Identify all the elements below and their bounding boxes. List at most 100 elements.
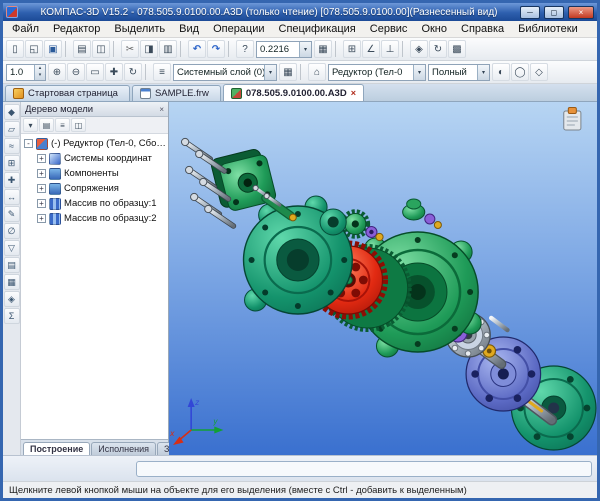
layer-settings-button[interactable]: ▦ [279,63,297,81]
zoom-area-button[interactable]: ▭ [86,63,104,81]
layer-combo[interactable]: Системный слой (0) ▾ [173,64,277,81]
print-preview-button[interactable]: ◫ [92,40,110,58]
zoom-value: 1.0 [10,67,34,78]
maximize-button[interactable]: ◻ [544,6,564,19]
rotate-button[interactable]: ↻ [124,63,142,81]
new-document-button[interactable]: ▯ [6,40,24,58]
tree-item[interactable]: + Сопряжения [21,181,168,196]
close-button[interactable]: × [568,6,594,19]
tree-item[interactable]: + Массив по образцу:1 [21,196,168,211]
tree-item[interactable]: + Системы координат [21,151,168,166]
exploded-view-indicator-icon[interactable] [564,108,581,131]
menu-item[interactable]: Выделить [107,22,172,36]
macro-button[interactable]: Σ [4,308,20,324]
curves-button[interactable]: ≈ [4,138,20,154]
tree-expander-icon[interactable]: + [37,184,46,193]
model-combo[interactable]: Редуктор (Тел-0 ▾ [328,64,426,81]
menu-item[interactable]: Окно [414,22,454,36]
titlebar[interactable]: КОМПАС-3D V15.2 - 078.505.9.0100.00.A3D … [3,3,597,21]
paste-button[interactable]: ▥ [159,40,177,58]
snap-ortho-button[interactable]: ⊥ [381,40,399,58]
orientation-button[interactable]: ⌂ [308,63,326,81]
snap-grid-button[interactable]: ⊞ [343,40,361,58]
arrays-button[interactable]: ⊞ [4,155,20,171]
menu-item[interactable]: Библиотеки [511,22,585,36]
chevron-down-icon[interactable]: ▾ [413,65,425,80]
shading-button[interactable]: ◐ [492,63,510,81]
tree-expander-icon[interactable]: + [37,154,46,163]
tree-item[interactable]: + Массив по образцу:2 [21,211,168,226]
save-document-button[interactable]: ▣ [44,40,62,58]
tree-composition-button[interactable]: ▤ [39,118,54,132]
tree-expander-icon[interactable]: - [24,139,33,148]
document-tab[interactable]: Стартовая страница [5,85,130,101]
tree-expander-icon[interactable]: + [37,214,46,223]
tree-close-icon[interactable]: × [159,105,164,114]
model-value: Редуктор (Тел-0 [332,67,413,78]
additional-panel-button[interactable]: ◫ [71,118,86,132]
tree-structure-button[interactable]: ▾ [23,118,38,132]
zoom-combo[interactable]: 1.0 ▴▾ [6,64,46,81]
tree-expander-icon[interactable]: + [37,199,46,208]
designations-button[interactable]: ✎ [4,206,20,222]
copy-button[interactable]: ◨ [140,40,158,58]
chevron-down-icon[interactable]: ▾ [477,65,489,80]
tree-expander-icon[interactable]: + [37,169,46,178]
filter-button[interactable]: ▽ [4,240,20,256]
window-title: КОМПАС-3D V15.2 - 078.505.9.0100.00.A3D … [22,7,516,18]
spin-down-icon[interactable]: ▾ [35,72,45,79]
redo-button[interactable]: ↷ [207,40,225,58]
variables-button[interactable]: ◈ [410,40,428,58]
menu-item[interactable]: Операции [206,22,271,36]
menu-item[interactable]: Вид [172,22,206,36]
tab-close-icon[interactable]: × [351,88,356,98]
3d-viewport[interactable]: z y x [169,102,597,455]
perspective-button[interactable]: ◇ [530,63,548,81]
panel-tab[interactable]: Построение [23,442,90,455]
wireframe-button[interactable]: ◯ [511,63,529,81]
measure-button[interactable]: ∅ [4,223,20,239]
model-tree-panel: Дерево модели × ▾▤≡◫ - (-) Редуктор (Тел… [21,102,169,455]
chevron-down-icon[interactable]: ▾ [299,42,311,57]
rebuild-button[interactable]: ↻ [429,40,447,58]
zoom-in-button[interactable]: ⊕ [48,63,66,81]
menu-item[interactable]: Файл [5,22,46,36]
menu-item[interactable]: Справка [454,22,511,36]
property-field[interactable] [136,461,592,477]
chevron-down-icon[interactable]: ▾ [264,65,276,80]
pan-button[interactable]: ✚ [105,63,123,81]
menu-item[interactable]: Сервис [363,22,415,36]
aux-geometry-button[interactable]: ✚ [4,172,20,188]
properties-button[interactable]: ◈ [4,291,20,307]
detail-combo[interactable]: Полный ▾ [428,64,490,81]
document-tab[interactable]: SAMPLE.frw [132,85,221,101]
print-button[interactable]: ▤ [73,40,91,58]
help-button[interactable]: ? [236,40,254,58]
snap-angle-button[interactable]: ∠ [362,40,380,58]
menu-item[interactable]: Спецификация [272,22,363,36]
spin-up-icon[interactable]: ▴ [35,65,45,72]
tree-item[interactable]: - (-) Редуктор (Тел-0, Сборочн [21,136,168,151]
value-field[interactable]: 0.2216 ▾ [256,41,312,58]
calculator-button[interactable]: ▦ [314,40,332,58]
part-cover-plate[interactable] [244,196,353,314]
undo-button[interactable]: ↶ [188,40,206,58]
panel-tab[interactable]: Исполнения [91,442,156,455]
document-tab[interactable]: 078.505.9.0100.00.A3D × [223,84,364,101]
tree-item[interactable]: + Компоненты [21,166,168,181]
specification-button[interactable]: ▤ [4,257,20,273]
zoom-spinner[interactable]: ▴▾ [34,65,45,80]
dimensions-button[interactable]: ↔ [4,189,20,205]
surfaces-button[interactable]: ▱ [4,121,20,137]
reports-button[interactable]: ▦ [4,274,20,290]
menu-item[interactable]: Редактор [46,22,107,36]
cut-button[interactable]: ✂ [121,40,139,58]
component-button[interactable]: ◆ [4,104,20,120]
minimize-button[interactable]: ─ [520,6,540,19]
library-button[interactable]: ▩ [448,40,466,58]
zoom-out-button[interactable]: ⊖ [67,63,85,81]
layers-button[interactable]: ≡ [153,63,171,81]
relations-button[interactable]: ≡ [55,118,70,132]
open-document-button[interactable]: ◱ [25,40,43,58]
tree-item-icon [49,198,61,210]
